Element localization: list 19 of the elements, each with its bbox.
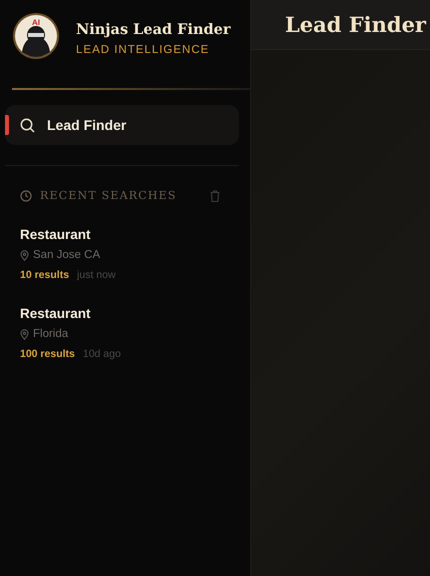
result-count: 10 results <box>20 268 70 283</box>
search-time: just now <box>77 268 116 283</box>
location-pin-icon <box>20 250 29 261</box>
result-count: 100 results <box>20 347 75 362</box>
trash-icon[interactable] <box>210 190 220 202</box>
search-location: San Jose CA <box>33 248 100 263</box>
app-title: Ninjas Lead Finder <box>76 21 231 38</box>
search-time: 10d ago <box>82 347 121 362</box>
clock-icon <box>20 190 32 202</box>
app-subtitle: LEAD INTELLIGENCE <box>76 43 210 58</box>
nav-item[interactable]: Lead Finder <box>5 105 239 145</box>
section-heading: RECENT SEARCHES <box>40 188 177 204</box>
location-pin-icon <box>20 329 29 340</box>
logo-icon: AI <box>12 12 60 60</box>
search-location: Florida <box>33 326 68 342</box>
search-query[interactable]: Restaurant <box>20 226 230 243</box>
page-title: Lead Finder <box>285 10 426 39</box>
search-icon <box>20 118 35 132</box>
search-query[interactable]: Restaurant <box>20 306 230 322</box>
